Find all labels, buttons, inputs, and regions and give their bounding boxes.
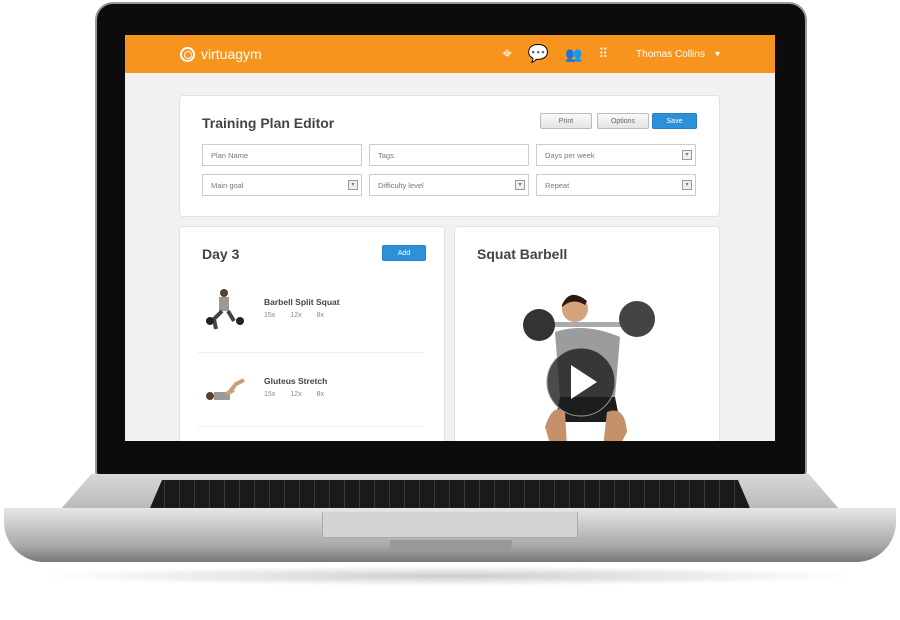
grid-icon[interactable]: ⠿ bbox=[599, 46, 609, 62]
chevron-down-icon: ▾ bbox=[714, 48, 720, 60]
placeholder: Difficulty level bbox=[378, 180, 424, 190]
trackpad bbox=[322, 512, 578, 538]
user-name: Thomas Collins bbox=[636, 48, 705, 60]
plan-name-input[interactable]: Plan Name bbox=[202, 144, 362, 166]
logo[interactable]: virtuagym bbox=[180, 46, 262, 62]
reps: 12x bbox=[290, 391, 302, 398]
keyboard bbox=[150, 480, 750, 508]
placeholder: Plan Name bbox=[211, 150, 249, 160]
users-icon[interactable]: 👥 bbox=[565, 46, 582, 63]
user-menu[interactable]: Thomas Collins ▾ bbox=[636, 49, 720, 60]
crosshair-icon[interactable]: ⌖ bbox=[502, 44, 512, 64]
exercise-name: Gluteus Stretch bbox=[264, 376, 328, 386]
top-bar: virtuagym ⌖ 💬 👥 ⠿ Thomas Collins ▾ bbox=[125, 35, 775, 73]
days-per-week-select[interactable]: Days per week ▾ bbox=[536, 144, 696, 166]
brand-name: virtuagym bbox=[201, 46, 262, 62]
screen: virtuagym ⌖ 💬 👥 ⠿ Thomas Collins ▾ Traini… bbox=[125, 35, 775, 441]
placeholder: Main goal bbox=[211, 180, 244, 190]
preview-card: Squat Barbell bbox=[454, 226, 720, 441]
placeholder: Days per week bbox=[545, 150, 595, 160]
exercise-title: Squat Barbell bbox=[477, 246, 568, 262]
weight-plate bbox=[619, 301, 655, 337]
placeholder: Tags bbox=[378, 150, 394, 160]
plan-editor-card: Training Plan Editor Print Options Save … bbox=[179, 95, 720, 217]
exercise-thumbnail bbox=[206, 289, 244, 330]
exercise-video[interactable] bbox=[515, 287, 665, 441]
laptop-notch bbox=[390, 540, 512, 552]
save-button[interactable]: Save bbox=[652, 113, 697, 129]
laptop-shadow bbox=[40, 566, 860, 586]
day-title: Day 3 bbox=[202, 246, 240, 262]
print-button[interactable]: Print bbox=[540, 113, 592, 129]
main-goal-select[interactable]: Main goal ▾ bbox=[202, 174, 362, 196]
chevron-down-icon: ▾ bbox=[682, 180, 692, 190]
exercise-thumbnail bbox=[206, 378, 245, 400]
difficulty-select[interactable]: Difficulty level ▾ bbox=[369, 174, 529, 196]
options-button[interactable]: Options bbox=[597, 113, 649, 129]
chevron-down-icon: ▾ bbox=[682, 150, 692, 160]
chevron-down-icon: ▾ bbox=[348, 180, 358, 190]
page-title: Training Plan Editor bbox=[202, 115, 335, 131]
repeat-select[interactable]: Repeat ▾ bbox=[536, 174, 696, 196]
exercise-name: Barbell Split Squat bbox=[264, 297, 340, 307]
reps: 15x bbox=[264, 391, 276, 398]
chevron-down-icon: ▾ bbox=[515, 180, 525, 190]
reps: 8x bbox=[316, 312, 324, 319]
reps: 8x bbox=[316, 391, 324, 398]
weight-plate bbox=[523, 309, 555, 341]
placeholder: Repeat bbox=[545, 180, 570, 190]
day-card: Day 3 Add Barbell Split Squat 15x 12x 8x G… bbox=[179, 226, 445, 441]
chat-icon[interactable]: 💬 bbox=[528, 44, 549, 64]
reps: 12x bbox=[290, 312, 302, 319]
logo-icon bbox=[180, 46, 195, 62]
exercise-item[interactable]: Gluteus Stretch 15x 12x 8x bbox=[198, 354, 424, 427]
exercise-item[interactable]: Barbell Split Squat 15x 12x 8x bbox=[198, 275, 424, 353]
add-button[interactable]: Add bbox=[382, 245, 426, 261]
reps: 15x bbox=[264, 312, 276, 319]
tags-input[interactable]: Tags bbox=[369, 144, 529, 166]
